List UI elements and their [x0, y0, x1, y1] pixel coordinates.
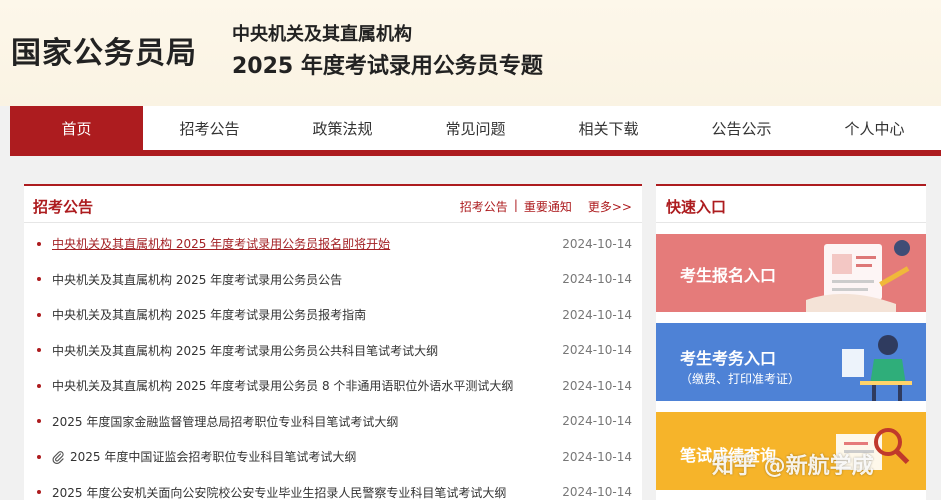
item-date: 2024-10-14 — [562, 378, 632, 393]
list-item: 2025 年度国家金融监督管理总局招考职位专业科目笔试考试大纲 2024-10-… — [24, 404, 642, 440]
item-title[interactable]: 中央机关及其直属机构 2025 年度考试录用公务员报考指南 — [52, 306, 366, 323]
list-item: 中央机关及其直属机构 2025 年度考试录用公务员公告 2024-10-14 — [24, 262, 642, 298]
item-date: 2024-10-14 — [562, 485, 632, 500]
bullet-icon — [37, 383, 41, 388]
list-item: 2025 年度中国证监会招考职位专业科目笔试考试大纲 2024-10-14 — [24, 439, 642, 475]
item-title[interactable]: 中央机关及其直属机构 2025 年度考试录用公务员 8 个非通用语职位外语水平测… — [52, 377, 513, 394]
item-date: 2024-10-14 — [562, 307, 632, 322]
nav-item-announcements[interactable]: 招考公告 — [143, 106, 276, 150]
bullet-icon — [37, 490, 41, 495]
list-item: 中央机关及其直属机构 2025 年度考试录用公务员报考指南 2024-10-14 — [24, 297, 642, 333]
item-title[interactable]: 2025 年度公安机关面向公安院校公安专业毕业生招录人民警察专业科目笔试考试大纲 — [52, 484, 506, 500]
link-announcements[interactable]: 招考公告 — [460, 198, 508, 215]
main-nav: 首页 招考公告 政策法规 常见问题 相关下载 公告公示 个人中心 — [10, 106, 941, 156]
header: 国家公务员局 中央机关及其直属机构 2025 年度考试录用公务员专题 — [0, 0, 941, 106]
exam-affairs-entry-button[interactable]: 考生考务入口 （缴费、打印准考证） — [656, 323, 926, 401]
watermark-text: 知乎 @新航学成 — [712, 454, 874, 479]
quick-entry-title: 快速入口 — [666, 198, 727, 216]
nav-item-policies[interactable]: 政策法规 — [276, 106, 409, 150]
item-title[interactable]: 中央机关及其直属机构 2025 年度考试录用公务员公共科目笔试考试大纲 — [52, 342, 438, 359]
item-title[interactable]: 中央机关及其直属机构 2025 年度考试录用公务员公告 — [52, 271, 342, 288]
panel-links: 招考公告 | 重要通知 更多>> — [460, 198, 632, 215]
card-sublabel: （缴费、打印准考证） — [680, 372, 801, 386]
bullet-icon — [37, 241, 41, 246]
item-date: 2024-10-14 — [562, 414, 632, 429]
bullet-icon — [37, 348, 41, 353]
registration-entry-button[interactable]: 考生报名入口 — [656, 234, 926, 312]
nav-item-notices[interactable]: 公告公示 — [675, 106, 808, 150]
announcements-panel: 招考公告 招考公告 | 重要通知 更多>> 中央机关及其直属机构 2025 年度… — [24, 184, 642, 500]
more-link[interactable]: 更多>> — [588, 198, 632, 215]
bullet-icon — [37, 312, 41, 317]
list-item: 中央机关及其直属机构 2025 年度考试录用公务员报名即将开始 2024-10-… — [24, 226, 642, 262]
list-item: 2025 年度公安机关面向公安院校公安专业毕业生招录人民警察专业科目笔试考试大纲… — [24, 475, 642, 500]
item-date: 2024-10-14 — [562, 236, 632, 251]
item-title[interactable]: 2025 年度中国证监会招考职位专业科目笔试考试大纲 — [70, 448, 356, 465]
bullet-icon — [37, 454, 41, 459]
item-title[interactable]: 2025 年度国家金融监督管理总局招考职位专业科目笔试考试大纲 — [52, 413, 398, 430]
item-title[interactable]: 中央机关及其直属机构 2025 年度考试录用公务员报名即将开始 — [52, 235, 390, 252]
panel-title: 招考公告 — [33, 198, 94, 216]
link-important-notices[interactable]: 重要通知 — [524, 198, 572, 215]
nav-item-personal-center[interactable]: 个人中心 — [808, 106, 941, 150]
attachment-icon — [52, 450, 64, 464]
bullet-icon — [37, 277, 41, 282]
nav-item-faq[interactable]: 常见问题 — [409, 106, 542, 150]
card-label: 考生报名入口 — [680, 266, 777, 285]
list-item: 中央机关及其直属机构 2025 年度考试录用公务员 8 个非通用语职位外语水平测… — [24, 368, 642, 404]
item-date: 2024-10-14 — [562, 449, 632, 464]
bullet-icon — [37, 419, 41, 424]
item-date: 2024-10-14 — [562, 272, 632, 287]
site-name[interactable]: 国家公务员局 — [11, 28, 197, 72]
divider — [656, 222, 926, 223]
nav-item-home[interactable]: 首页 — [10, 106, 143, 150]
nav-item-downloads[interactable]: 相关下载 — [542, 106, 675, 150]
announcement-list: 中央机关及其直属机构 2025 年度考试录用公务员报名即将开始 2024-10-… — [24, 226, 642, 500]
card-label: 考生考务入口 — [680, 349, 777, 368]
divider — [24, 222, 642, 223]
link-separator: | — [513, 198, 518, 212]
item-date: 2024-10-14 — [562, 343, 632, 358]
subtitle-line1: 中央机关及其直属机构 — [232, 24, 412, 45]
list-item: 中央机关及其直属机构 2025 年度考试录用公务员公共科目笔试考试大纲 2024… — [24, 333, 642, 369]
subtitle-line2: 2025 年度考试录用公务员专题 — [232, 54, 543, 79]
